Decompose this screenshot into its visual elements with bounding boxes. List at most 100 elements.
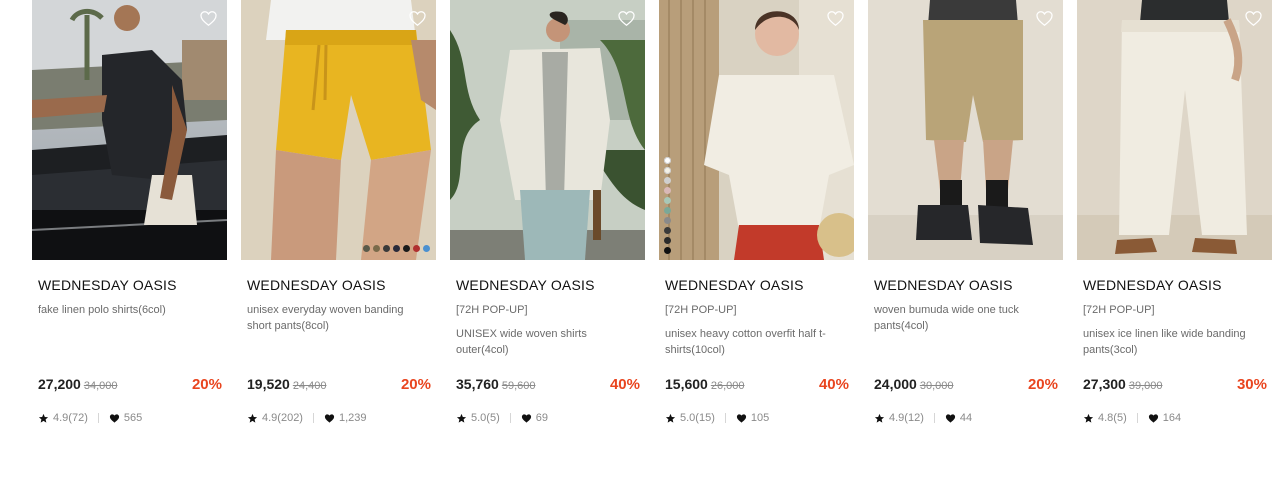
product-name: unisex heavy cotton overfit half t-shirt… <box>665 328 826 356</box>
product-description[interactable]: [72H POP-UP] unisex heavy cotton overfit… <box>665 302 848 366</box>
review-meta: 4.9(202) 1,239 <box>247 412 367 424</box>
sale-price: 15,600 <box>665 376 708 392</box>
sale-price: 27,300 <box>1083 376 1126 392</box>
price-row: 15,600 26,000 40% <box>665 376 849 393</box>
color-swatch <box>664 187 671 194</box>
sale-price: 19,520 <box>247 376 290 392</box>
promo-tag: [72H POP-UP] <box>456 304 528 316</box>
price-row: 27,200 34,000 20% <box>38 376 222 393</box>
color-swatch <box>664 157 671 164</box>
star-icon <box>456 413 467 424</box>
divider <box>509 413 511 423</box>
rating-text: 4.9(72) <box>53 412 88 424</box>
star-icon <box>38 413 49 424</box>
brand-name[interactable]: WEDNESDAY OASIS <box>247 277 436 293</box>
wishlist-heart-icon[interactable] <box>1035 9 1054 28</box>
like-heart-icon <box>736 413 747 424</box>
color-swatch <box>664 237 671 244</box>
product-description[interactable]: [72H POP-UP] UNISEX wide woven shirts ou… <box>456 302 639 366</box>
product-image[interactable] <box>450 0 645 260</box>
brand-name[interactable]: WEDNESDAY OASIS <box>1083 277 1272 293</box>
like-heart-icon <box>521 413 532 424</box>
wishlist-heart-icon[interactable] <box>826 9 845 28</box>
price-row: 35,760 59,600 40% <box>456 376 640 393</box>
original-price: 30,000 <box>919 380 954 392</box>
discount-rate: 40% <box>609 376 640 393</box>
rating-text: 5.0(15) <box>680 412 715 424</box>
sale-price: 24,000 <box>874 376 917 392</box>
color-swatches <box>363 245 430 252</box>
like-count: 565 <box>123 412 143 424</box>
review-meta: 5.0(15) 105 <box>665 412 769 424</box>
discount-rate: 20% <box>400 376 431 393</box>
original-price: 39,000 <box>1128 380 1163 392</box>
like-heart-icon <box>945 413 956 424</box>
rating-text: 4.9(12) <box>889 412 924 424</box>
promo-tag: [72H POP-UP] <box>1083 304 1155 316</box>
color-swatch <box>393 245 400 252</box>
original-price: 34,000 <box>83 380 118 392</box>
color-swatch <box>403 245 410 252</box>
brand-name[interactable]: WEDNESDAY OASIS <box>456 277 645 293</box>
discount-rate: 40% <box>818 376 849 393</box>
divider <box>724 413 726 423</box>
review-meta: 4.8(5) 164 <box>1083 412 1181 424</box>
price-row: 27,300 39,000 30% <box>1083 376 1267 393</box>
rating-text: 5.0(5) <box>471 412 500 424</box>
brand-name[interactable]: WEDNESDAY OASIS <box>38 277 227 293</box>
product-grid: WEDNESDAY OASIS fake linen polo shirts(6… <box>32 0 1272 424</box>
divider <box>933 413 935 423</box>
product-image[interactable] <box>868 0 1063 260</box>
product-description[interactable]: unisex everyday woven banding short pant… <box>247 302 430 366</box>
like-heart-icon <box>1148 413 1159 424</box>
product-card[interactable]: WEDNESDAY OASIS woven bumuda wide one tu… <box>868 0 1063 424</box>
product-card[interactable]: WEDNESDAY OASIS [72H POP-UP] unisex heav… <box>659 0 854 424</box>
color-swatch <box>373 245 380 252</box>
product-description[interactable]: woven bumuda wide one tuck pants(4col) <box>874 302 1057 366</box>
product-name: unisex ice linen like wide banding pants… <box>1083 328 1246 356</box>
sale-price: 27,200 <box>38 376 81 392</box>
product-name: woven bumuda wide one tuck pants(4col) <box>874 304 1019 332</box>
like-count: 105 <box>750 412 770 424</box>
promo-tag: [72H POP-UP] <box>665 304 737 316</box>
product-image[interactable] <box>659 0 854 260</box>
color-swatch <box>664 197 671 204</box>
product-card[interactable]: WEDNESDAY OASIS [72H POP-UP] UNISEX wide… <box>450 0 645 424</box>
product-card[interactable]: WEDNESDAY OASIS [72H POP-UP] unisex ice … <box>1077 0 1272 424</box>
product-description[interactable]: [72H POP-UP] unisex ice linen like wide … <box>1083 302 1266 366</box>
color-swatch <box>664 217 671 224</box>
product-card[interactable]: WEDNESDAY OASIS unisex everyday woven ba… <box>241 0 436 424</box>
brand-name[interactable]: WEDNESDAY OASIS <box>665 277 854 293</box>
price-row: 24,000 30,000 20% <box>874 376 1058 393</box>
discount-rate: 30% <box>1236 376 1267 393</box>
rating-text: 4.9(202) <box>262 412 303 424</box>
divider <box>312 413 314 423</box>
like-heart-icon <box>109 413 120 424</box>
original-price: 24,400 <box>292 380 327 392</box>
color-swatch <box>413 245 420 252</box>
product-card[interactable]: WEDNESDAY OASIS fake linen polo shirts(6… <box>32 0 227 424</box>
wishlist-heart-icon[interactable] <box>408 9 427 28</box>
product-image[interactable] <box>1077 0 1272 260</box>
product-description[interactable]: fake linen polo shirts(6col) <box>38 302 221 366</box>
product-image[interactable] <box>241 0 436 260</box>
color-swatch <box>664 227 671 234</box>
wishlist-heart-icon[interactable] <box>199 9 218 28</box>
star-icon <box>247 413 258 424</box>
color-swatch <box>423 245 430 252</box>
color-swatches <box>664 157 671 254</box>
like-heart-icon <box>324 413 335 424</box>
original-price: 59,600 <box>501 380 536 392</box>
product-name: UNISEX wide woven shirts outer(4col) <box>456 328 587 356</box>
wishlist-heart-icon[interactable] <box>1244 9 1263 28</box>
color-swatch <box>664 247 671 254</box>
product-image[interactable] <box>32 0 227 260</box>
brand-name[interactable]: WEDNESDAY OASIS <box>874 277 1063 293</box>
discount-rate: 20% <box>1027 376 1058 393</box>
like-count: 1,239 <box>338 412 367 424</box>
color-swatch <box>664 177 671 184</box>
rating-text: 4.8(5) <box>1098 412 1127 424</box>
sale-price: 35,760 <box>456 376 499 392</box>
star-icon <box>1083 413 1094 424</box>
wishlist-heart-icon[interactable] <box>617 9 636 28</box>
